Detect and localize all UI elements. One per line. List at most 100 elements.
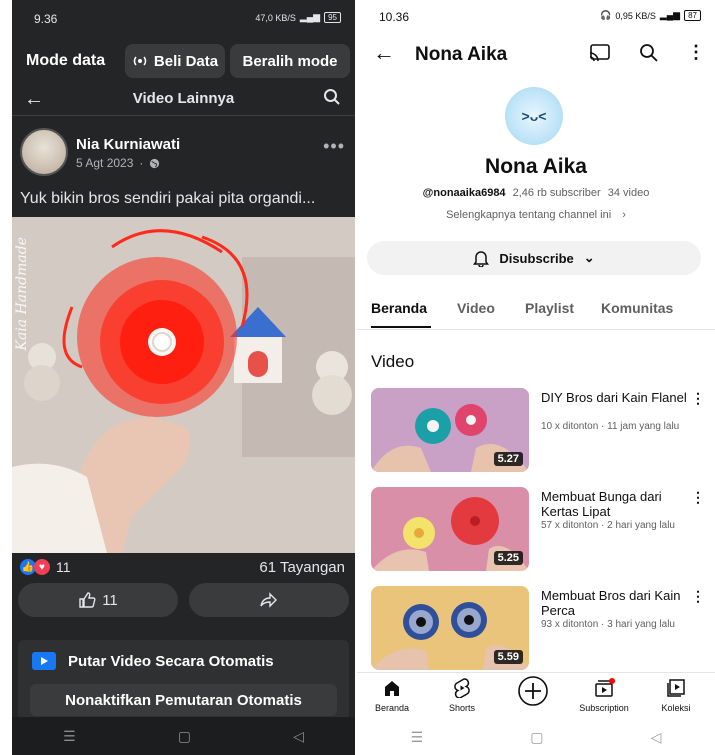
search-icon[interactable] — [639, 43, 659, 63]
app-header: ← Nona Aika ⋮ — [357, 36, 715, 74]
video-meta: 93 x ditonton · 3 hari yang lalu — [541, 619, 675, 630]
video-meta: 57 x ditonton · 2 hari yang lalu — [541, 520, 675, 531]
tab-komunitas[interactable]: Komunitas — [601, 300, 673, 316]
signal-icon: ▂▄▆ — [299, 12, 321, 22]
chevron-right-icon: › — [622, 209, 626, 221]
tab-beranda[interactable]: Beranda — [371, 300, 427, 316]
status-indicators: 47,0 KB/S ▂▄▆ 95 — [255, 12, 341, 23]
system-navigation-bar: ☰ ▢ ◁ — [12, 717, 355, 755]
channel-tabs: Beranda Video Playlist Komunitas — [357, 290, 715, 330]
cast-icon[interactable] — [589, 44, 611, 62]
video-count: 34 video — [607, 187, 650, 199]
video-item[interactable]: 5.25 Membuat Bunga dari Kertas Lipat 57 … — [371, 487, 715, 573]
video-duration: 5.59 — [493, 650, 523, 664]
author-avatar[interactable] — [20, 128, 68, 176]
network-speed: 0,95 KB/S — [615, 10, 656, 21]
video-nav-bar: ← Video Lainnya — [12, 86, 355, 116]
video-item[interactable]: 5.59 Membuat Bros dari Kain Perca 93 x d… — [371, 586, 715, 672]
dot-separator: · — [139, 156, 144, 170]
video-more-icon[interactable]: ⋮ — [691, 489, 705, 506]
video-player[interactable]: Kaia Handmade — [12, 217, 355, 553]
video-more-icon[interactable]: ⋮ — [691, 588, 705, 605]
reaction-icons: 👍 ♥ 11 — [20, 559, 71, 575]
share-arrow-icon — [260, 592, 277, 608]
plus-circle-icon — [518, 676, 548, 706]
nav-create[interactable] — [498, 676, 568, 711]
channel-more-link[interactable]: Selengkapnya tentang channel ini › — [357, 209, 715, 221]
search-icon[interactable] — [323, 88, 341, 106]
post-date: 5 Agt 2023 · — [76, 156, 160, 170]
buy-data-label: Beli Data — [153, 52, 219, 70]
post-header: Nia Kurniawati 5 Agt 2023 · ••• — [12, 126, 355, 181]
video-duration: 5.27 — [493, 452, 523, 466]
channel-name: Nona Aika — [485, 155, 587, 178]
system-navigation-bar: ☰ ▢ ◁ — [357, 720, 715, 755]
love-reaction-icon: ♥ — [34, 559, 50, 575]
nav-shorts[interactable]: Shorts — [427, 677, 497, 713]
back-arrow-icon[interactable]: ← — [373, 40, 395, 66]
home-button-icon[interactable]: ▢ — [530, 729, 543, 746]
nav-label: Subscription — [579, 703, 629, 713]
more-vertical-icon[interactable]: ⋮ — [687, 42, 705, 63]
home-icon[interactable]: ▢ — [178, 728, 191, 745]
back-triangle-icon[interactable]: ◁ — [651, 729, 662, 746]
recent-apps-icon[interactable]: ☰ — [63, 728, 76, 745]
header-title: Nona Aika — [415, 44, 508, 65]
more-options-icon[interactable]: ••• — [323, 136, 345, 157]
nav-title: Video Lainnya — [132, 90, 235, 107]
reaction-summary[interactable]: 👍 ♥ 11 61 Tayangan — [12, 556, 355, 582]
tab-video[interactable]: Video — [457, 300, 495, 316]
like-button[interactable]: 11 — [18, 583, 178, 617]
recent-apps-icon[interactable]: ☰ — [411, 729, 424, 746]
autoplay-panel: Putar Video Secara Otomatis Nonaktifkan … — [18, 640, 349, 720]
status-bar: 9.36 47,0 KB/S ▂▄▆ 95 — [12, 0, 355, 36]
status-time: 10.36 — [379, 10, 410, 24]
video-thumbnail[interactable]: 5.25 — [371, 487, 529, 571]
nav-label: Beranda — [374, 703, 410, 713]
channel-avatar[interactable]: >ᴗ< — [505, 87, 563, 145]
nav-koleksi[interactable]: Koleksi — [641, 677, 711, 713]
video-title[interactable]: Membuat Bunga dari Kertas Lipat — [541, 489, 691, 519]
autoplay-title: Putar Video Secara Otomatis — [68, 652, 274, 670]
nav-beranda[interactable]: Beranda — [357, 677, 427, 713]
mode-data-label: Mode data — [26, 52, 106, 69]
video-watermark: Kaia Handmade — [14, 237, 30, 351]
share-button[interactable] — [189, 583, 349, 617]
author-name[interactable]: Nia Kurniawati — [76, 136, 180, 153]
status-time: 9.36 — [34, 12, 58, 26]
back-triangle-icon[interactable]: ◁ — [293, 728, 304, 745]
disable-autoplay-button[interactable]: Nonaktifkan Pemutaran Otomatis — [30, 684, 337, 716]
channel-meta: @nonaaika6984 2,46 rb subscriber 34 vide… — [357, 187, 715, 199]
globe-icon — [150, 158, 160, 168]
data-mode-bar: Mode data Beli Data Beralih mode — [12, 40, 355, 82]
battery-icon: 95 — [324, 12, 341, 23]
video-title[interactable]: Membuat Bros dari Kain Perca — [541, 588, 691, 618]
play-video-icon — [32, 652, 56, 670]
post-date-text: 5 Agt 2023 — [76, 156, 134, 170]
unsubscribe-button[interactable]: Disubscribe ⌄ — [367, 241, 701, 275]
switch-mode-button[interactable]: Beralih mode — [230, 44, 350, 78]
reaction-count: 11 — [56, 559, 71, 575]
chevron-down-icon: ⌄ — [583, 250, 595, 265]
nav-subscription[interactable]: Subscription — [569, 677, 639, 713]
status-bar: 10.36 🎧 0,95 KB/S ▂▄▆ 87 — [357, 0, 715, 32]
bell-icon — [473, 251, 490, 267]
video-duration: 5.25 — [493, 551, 523, 565]
battery-icon: 87 — [684, 10, 701, 21]
nav-label: Shorts — [448, 703, 475, 713]
buy-data-button[interactable]: Beli Data — [125, 44, 225, 78]
video-more-icon[interactable]: ⋮ — [691, 390, 705, 407]
video-title[interactable]: DIY Bros dari Kain Flanel — [541, 390, 691, 405]
tab-playlist[interactable]: Playlist — [525, 300, 574, 316]
status-indicators: 🎧 0,95 KB/S ▂▄▆ 87 — [600, 10, 701, 21]
network-speed: 47,0 KB/S — [255, 12, 296, 23]
facebook-phone: 9.36 47,0 KB/S ▂▄▆ 95 Mode data Beli Dat… — [12, 0, 355, 755]
channel-more-text: Selengkapnya tentang channel ini — [446, 209, 612, 221]
active-tab-indicator — [371, 326, 431, 328]
section-title: Video — [371, 352, 415, 371]
bottom-navigation: Beranda Shorts Subscription Koleksi — [357, 672, 715, 720]
video-item[interactable]: 5.27 DIY Bros dari Kain Flanel 10 x dito… — [371, 388, 715, 474]
video-thumbnail[interactable]: 5.27 — [371, 388, 529, 472]
screenshot-root: 9.36 47,0 KB/S ▂▄▆ 95 Mode data Beli Dat… — [0, 0, 715, 755]
video-thumbnail[interactable]: 5.59 — [371, 586, 529, 670]
